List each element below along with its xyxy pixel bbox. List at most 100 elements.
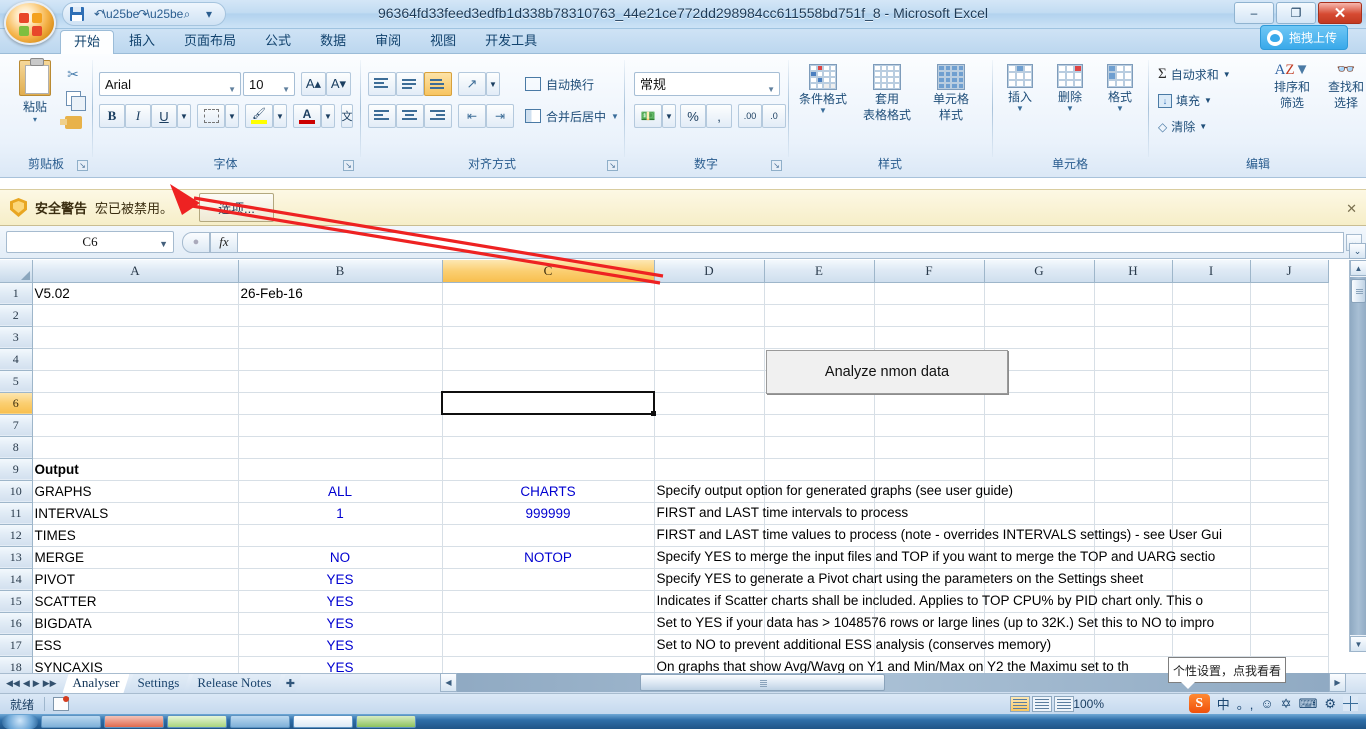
fill-color-dropdown-icon[interactable]: ▼	[273, 104, 287, 128]
taskbar-item[interactable]	[230, 715, 290, 728]
cell-E2[interactable]	[764, 304, 875, 327]
cell-D3[interactable]	[654, 326, 765, 349]
tab-home[interactable]: 开始	[60, 30, 115, 54]
align-bottom-button[interactable]	[424, 72, 452, 96]
alignment-dialog-launcher[interactable]: ↘	[607, 160, 618, 171]
align-right-button[interactable]	[424, 104, 452, 128]
record-macro-button[interactable]	[53, 696, 70, 711]
spreadsheet-grid[interactable]: A B C D E F G H I J 1 V5.02 26-Feb-16 2 3 4 5 6…	[0, 260, 1366, 673]
cell-I4[interactable]	[1172, 348, 1251, 371]
page-layout-view-button[interactable]	[1032, 696, 1052, 712]
tab-insert[interactable]: 插入	[115, 29, 169, 53]
cell-C11[interactable]: 999999	[442, 502, 655, 525]
cell-D8[interactable]	[654, 436, 765, 459]
cell-E8[interactable]	[764, 436, 875, 459]
cell-C1[interactable]	[442, 282, 655, 305]
vertical-scroll-track[interactable]	[1350, 277, 1366, 635]
row-header-10[interactable]: 10	[0, 480, 33, 503]
cell-D15[interactable]: Indicates if Scatter charts shall be inc…	[654, 590, 1203, 613]
ime-smiley-icon[interactable]: ☺	[1260, 696, 1273, 711]
sheet-tab-settings[interactable]: Settings	[127, 674, 189, 693]
column-header-I[interactable]: I	[1172, 260, 1251, 283]
row-header-2[interactable]: 2	[0, 304, 33, 327]
cell-C5[interactable]	[442, 370, 655, 393]
next-sheet-button[interactable]: ▶	[33, 678, 40, 689]
column-header-D[interactable]: D	[654, 260, 765, 283]
cell-B13[interactable]: NO	[238, 546, 443, 569]
close-icon[interactable]: ✕	[1346, 201, 1357, 217]
cell-H3[interactable]	[1094, 326, 1173, 349]
cell-G1[interactable]	[984, 282, 1095, 305]
cell-J16[interactable]	[1250, 612, 1329, 635]
cell-A7[interactable]	[32, 414, 239, 437]
cell-B17[interactable]: YES	[238, 634, 443, 657]
cell-I14[interactable]	[1172, 568, 1251, 591]
cell-F2[interactable]	[874, 304, 985, 327]
chevron-down-icon[interactable]: ▼	[996, 104, 1044, 113]
taskbar-item[interactable]	[167, 715, 227, 728]
clear-button[interactable]: ◇ 清除 ▼	[1158, 118, 1207, 135]
sheet-tab-analyser[interactable]: Analyser	[63, 674, 130, 693]
number-dialog-launcher[interactable]: ↘	[771, 160, 782, 171]
cell-D12[interactable]: FIRST and LAST time values to process (n…	[654, 524, 1222, 547]
column-header-B[interactable]: B	[238, 260, 443, 283]
vertical-scrollbar[interactable]: ▲ ▼	[1349, 260, 1366, 652]
ime-microphone-icon[interactable]: ✡	[1281, 696, 1292, 712]
cell-J14[interactable]	[1250, 568, 1329, 591]
cell-J4[interactable]	[1250, 348, 1329, 371]
cell-C4[interactable]	[442, 348, 655, 371]
taskbar-item[interactable]	[356, 715, 416, 728]
cell-A4[interactable]	[32, 348, 239, 371]
column-header-C[interactable]: C	[442, 260, 655, 283]
scroll-up-button[interactable]: ▲	[1350, 260, 1366, 276]
cell-H10[interactable]	[1094, 480, 1173, 503]
tab-review[interactable]: 审阅	[361, 29, 415, 53]
cell-A13[interactable]: MERGE	[32, 546, 239, 569]
underline-button[interactable]: U	[151, 104, 177, 128]
decrease-decimal-button[interactable]: .0	[762, 104, 786, 128]
cell-A16[interactable]: BIGDATA	[32, 612, 239, 635]
row-header-7[interactable]: 7	[0, 414, 33, 437]
tab-view[interactable]: 视图	[416, 29, 470, 53]
insert-cells-button[interactable]: 插入 ▼	[996, 64, 1044, 113]
phonetic-guide-button[interactable]: 文	[341, 104, 353, 128]
cell-H4[interactable]	[1094, 348, 1173, 371]
cell-I17[interactable]	[1172, 634, 1251, 657]
cell-D13[interactable]: Specify YES to merge the input files and…	[654, 546, 1215, 569]
new-sheet-button[interactable]: ✚	[279, 675, 301, 692]
column-header-F[interactable]: F	[874, 260, 985, 283]
cell-B8[interactable]	[238, 436, 443, 459]
cell-G9[interactable]	[984, 458, 1095, 481]
increase-indent-button[interactable]: ⇥	[486, 104, 514, 128]
cell-D9[interactable]	[654, 458, 765, 481]
cell-I7[interactable]	[1172, 414, 1251, 437]
cell-G7[interactable]	[984, 414, 1095, 437]
orientation-button[interactable]: ↗	[458, 72, 486, 96]
insert-function-button[interactable]: fx	[210, 231, 238, 253]
row-header-1[interactable]: 1	[0, 282, 33, 305]
customize-qat-icon[interactable]: ▾	[199, 4, 219, 24]
cell-F9[interactable]	[874, 458, 985, 481]
currency-button[interactable]: 💵	[634, 104, 662, 128]
cell-D14[interactable]: Specify YES to generate a Pivot chart us…	[654, 568, 1143, 591]
cell-I5[interactable]	[1172, 370, 1251, 393]
row-header-4[interactable]: 4	[0, 348, 33, 371]
cell-D16[interactable]: Set to YES if your data has > 1048576 ro…	[654, 612, 1214, 635]
cell-C15[interactable]	[442, 590, 655, 613]
cell-D2[interactable]	[654, 304, 765, 327]
cell-J7[interactable]	[1250, 414, 1329, 437]
decrease-indent-button[interactable]: ⇤	[458, 104, 486, 128]
ime-keyboard-icon[interactable]: ⌨	[1299, 696, 1318, 712]
cancel-formula-button[interactable]: ●	[182, 231, 210, 253]
chevron-down-icon[interactable]: ▼	[1204, 96, 1212, 105]
cell-B5[interactable]	[238, 370, 443, 393]
cell-A14[interactable]: PIVOT	[32, 568, 239, 591]
cell-styles-button[interactable]: 单元格 样式	[920, 64, 982, 122]
cell-J3[interactable]	[1250, 326, 1329, 349]
orientation-dropdown-icon[interactable]: ▼	[486, 72, 500, 96]
cell-F6[interactable]	[874, 392, 985, 415]
cell-F7[interactable]	[874, 414, 985, 437]
cell-A1[interactable]: V5.02	[32, 282, 239, 305]
cell-A10[interactable]: GRAPHS	[32, 480, 239, 503]
save-button[interactable]	[67, 4, 87, 24]
